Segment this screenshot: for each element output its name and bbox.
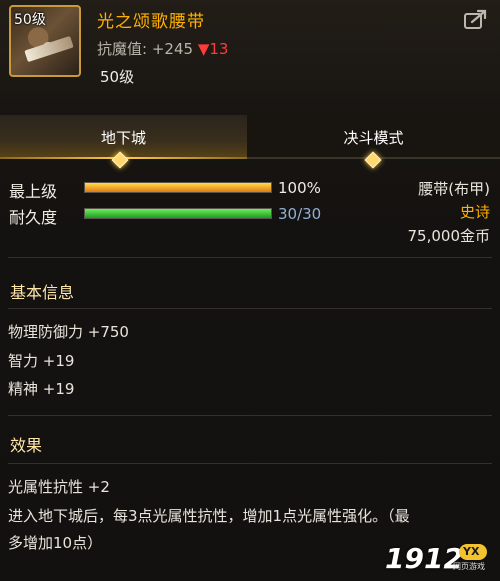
resist-value: +245 <box>151 40 194 58</box>
share-icon[interactable] <box>464 9 488 29</box>
durability-bar <box>84 208 272 219</box>
item-header: 50级 光之颂歌腰带 抗魔值: +245 ▼13 50级 <box>0 0 500 100</box>
resist-delta: ▼13 <box>197 40 229 58</box>
top-level-percent: 100% <box>278 179 321 197</box>
item-type: 腰带(布甲) <box>418 180 490 198</box>
effects-title: 效果 <box>10 436 43 455</box>
belt-item-icon[interactable]: 50级 <box>9 5 81 77</box>
top-level-bar <box>84 182 272 193</box>
durability-value: 30/30 <box>278 205 322 223</box>
belt-graphic <box>24 35 74 63</box>
divider <box>8 463 492 464</box>
divider <box>8 415 492 416</box>
stat-line-spirit: 精神 +19 <box>8 380 75 398</box>
effect-line-description-cont: 多增加10点） <box>8 534 103 552</box>
resist-label: 抗魔值: <box>97 40 148 58</box>
durability-bar-fill <box>85 209 271 218</box>
watermark-number: 1912 <box>385 542 463 575</box>
divider <box>8 257 492 258</box>
stat-line-physical-defense: 物理防御力 +750 <box>8 323 129 341</box>
effect-line-light-resist: 光属性抗性 +2 <box>8 478 110 496</box>
site-watermark-logo: 1912 YX 网页游戏 <box>385 542 497 578</box>
effect-line-description: 进入地下城后，每3点光属性抗性，增加1点光属性强化。（最 <box>8 507 410 525</box>
tab-dungeon-label: 地下城 <box>100 128 146 147</box>
durability-label: 耐久度 <box>9 208 58 227</box>
top-level-bar-fill <box>85 183 271 192</box>
item-tooltip-panel: 50级 光之颂歌腰带 抗魔值: +245 ▼13 50级 地下城 决斗模式 最上… <box>0 0 500 581</box>
item-level-text: 50级 <box>100 68 135 86</box>
item-price: 75,000金币 <box>407 227 491 245</box>
tab-dungeon[interactable]: 地下城 <box>0 115 247 159</box>
stat-line-intelligence: 智力 +19 <box>8 352 75 370</box>
item-level-badge: 50级 <box>14 12 46 28</box>
basic-info-title: 基本信息 <box>10 283 75 302</box>
item-name: 光之颂歌腰带 <box>97 12 205 32</box>
mode-tabs: 地下城 决斗模式 <box>0 115 500 169</box>
watermark-badge: YX 网页游戏 <box>453 544 493 574</box>
magic-resist-line: 抗魔值: +245 ▼13 <box>97 38 228 59</box>
watermark-badge-text: YX <box>463 545 480 558</box>
item-rarity: 史诗 <box>459 203 490 221</box>
top-level-label: 最上级 <box>9 182 58 201</box>
tab-duel-label: 决斗模式 <box>343 128 404 147</box>
watermark-caption: 网页游戏 <box>453 562 485 571</box>
divider <box>8 308 492 309</box>
